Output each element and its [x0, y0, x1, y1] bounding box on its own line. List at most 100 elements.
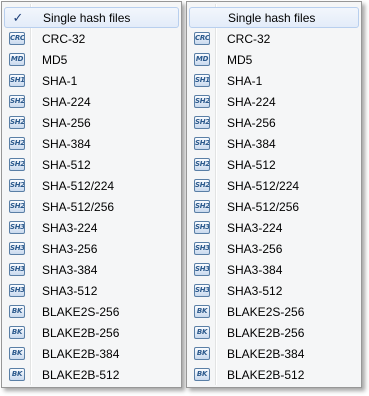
icon-cell: SH2: [4, 116, 30, 129]
hash-algorithm-icon: BK: [9, 326, 25, 339]
icon-cell: SH3: [4, 242, 30, 255]
hash-algorithm-icon: BK: [9, 347, 25, 360]
icon-cell: SH1: [189, 74, 215, 87]
menu-item-blake2b-384[interactable]: BK BLAKE2B-384: [189, 343, 359, 364]
menu-item-blake2b-512[interactable]: BK BLAKE2B-512: [189, 364, 359, 385]
menu-item-label: BLAKE2B-256: [42, 325, 120, 340]
icon-cell: BK: [4, 305, 30, 318]
menu-item-sha3-512[interactable]: SH3 SHA3-512: [189, 280, 359, 301]
icon-cell: BK: [189, 368, 215, 381]
menu-item-crc-32[interactable]: CRC CRC-32: [189, 28, 359, 49]
menu-item-label: SHA-256: [227, 115, 276, 130]
menu-item-sha-256[interactable]: SH2 SHA-256: [4, 112, 179, 133]
menu-item-sha3-224[interactable]: SH3 SHA3-224: [189, 217, 359, 238]
menu-item-sha-1[interactable]: SH1 SHA-1: [189, 70, 359, 91]
hash-algorithm-icon: SH2: [9, 158, 25, 171]
menu-item-sha3-384[interactable]: SH3 SHA3-384: [189, 259, 359, 280]
icon-cell: SH3: [189, 221, 215, 234]
hash-algorithm-icon: BK: [9, 368, 25, 381]
menu-item-crc-32[interactable]: CRC CRC-32: [4, 28, 179, 49]
menu-item-sha-512[interactable]: SH2 SHA-512: [189, 154, 359, 175]
menu-item-single-hash-files[interactable]: ✓ Single hash files: [4, 7, 179, 28]
menu-item-label: SHA-1: [227, 73, 263, 88]
menu-item-sha-1[interactable]: SH1 SHA-1: [4, 70, 179, 91]
icon-cell: SH2: [189, 179, 215, 192]
hash-algorithm-icon: MD: [9, 53, 25, 66]
menu-item-label: BLAKE2S-256: [42, 304, 120, 319]
menu-item-sha-384[interactable]: SH2 SHA-384: [189, 133, 359, 154]
menu-item-blake2b-384[interactable]: BK BLAKE2B-384: [4, 343, 179, 364]
menu-item-sha-512-224[interactable]: SH2 SHA-512/224: [189, 175, 359, 196]
icon-cell: SH2: [189, 200, 215, 213]
hash-algorithm-icon: SH3: [194, 263, 210, 276]
hash-algorithm-icon: CRC: [194, 32, 210, 45]
menu-item-sha-224[interactable]: SH2 SHA-224: [4, 91, 179, 112]
menu-item-label: CRC-32: [227, 31, 271, 46]
menu-item-blake2b-512[interactable]: BK BLAKE2B-512: [4, 364, 179, 385]
menu-item-label: SHA-384: [42, 136, 91, 151]
menu-item-label: BLAKE2B-512: [227, 367, 305, 382]
menu-item-label: BLAKE2B-512: [42, 367, 120, 382]
menu-item-blake2s-256[interactable]: BK BLAKE2S-256: [4, 301, 179, 322]
hash-menu-left: ✓ Single hash files CRC CRC-32 MD MD5 SH1 SHA…: [1, 1, 182, 388]
menu-item-blake2b-256[interactable]: BK BLAKE2B-256: [4, 322, 179, 343]
icon-cell: BK: [189, 305, 215, 318]
hash-algorithm-icon: SH2: [194, 95, 210, 108]
hash-algorithm-icon: BK: [9, 305, 25, 318]
icon-cell: BK: [4, 347, 30, 360]
menu-item-sha3-384[interactable]: SH3 SHA3-384: [4, 259, 179, 280]
menu-item-sha3-224[interactable]: SH3 SHA3-224: [4, 217, 179, 238]
menu-item-label: SHA-224: [227, 94, 276, 109]
menu-item-sha-512-256[interactable]: SH2 SHA-512/256: [189, 196, 359, 217]
icon-cell: SH2: [189, 95, 215, 108]
hash-algorithm-icon: CRC: [9, 32, 25, 45]
hash-algorithm-icon: SH3: [194, 221, 210, 234]
icon-cell: SH2: [4, 95, 30, 108]
menu-item-label: SHA-224: [42, 94, 91, 109]
icon-cell: MD: [189, 53, 215, 66]
menu-item-label: SHA3-384: [227, 262, 283, 277]
menu-item-label: CRC-32: [42, 31, 86, 46]
menu-item-sha-224[interactable]: SH2 SHA-224: [189, 91, 359, 112]
menu-item-label: BLAKE2S-256: [227, 304, 305, 319]
menu-item-sha3-256[interactable]: SH3 SHA3-256: [189, 238, 359, 259]
menu-item-label: MD5: [42, 52, 68, 67]
hash-algorithm-icon: BK: [194, 326, 210, 339]
icon-cell: BK: [4, 368, 30, 381]
icon-cell: CRC: [189, 32, 215, 45]
icon-cell: SH3: [4, 263, 30, 276]
hash-algorithm-icon: SH2: [9, 137, 25, 150]
menu-item-single-hash-files[interactable]: Single hash files: [189, 7, 359, 28]
menu-item-md5[interactable]: MD MD5: [4, 49, 179, 70]
hash-algorithm-icon: SH2: [194, 137, 210, 150]
menu-item-label: SHA-512: [42, 157, 91, 172]
hash-algorithm-icon: SH2: [194, 116, 210, 129]
icon-cell: SH2: [4, 200, 30, 213]
menu-item-label: BLAKE2B-384: [227, 346, 305, 361]
hash-algorithm-icon: MD: [194, 53, 210, 66]
menu-item-label: SHA-512/224: [42, 178, 115, 193]
menu-item-sha-512-256[interactable]: SH2 SHA-512/256: [4, 196, 179, 217]
checkmark-icon: [193, 8, 213, 27]
icon-cell: SH3: [189, 284, 215, 297]
menu-item-sha-384[interactable]: SH2 SHA-384: [4, 133, 179, 154]
icon-cell: SH1: [4, 74, 30, 87]
hash-algorithm-icon: SH2: [9, 95, 25, 108]
icon-cell: SH2: [189, 158, 215, 171]
menu-item-blake2b-256[interactable]: BK BLAKE2B-256: [189, 322, 359, 343]
menu-item-sha3-256[interactable]: SH3 SHA3-256: [4, 238, 179, 259]
menu-item-md5[interactable]: MD MD5: [189, 49, 359, 70]
hash-algorithm-icon: SH2: [194, 179, 210, 192]
menu-item-sha3-512[interactable]: SH3 SHA3-512: [4, 280, 179, 301]
menu-item-sha-512-224[interactable]: SH2 SHA-512/224: [4, 175, 179, 196]
hash-algorithm-icon: SH3: [9, 221, 25, 234]
menu-item-label: BLAKE2B-384: [42, 346, 120, 361]
icon-cell: SH3: [4, 221, 30, 234]
icon-cell: BK: [189, 326, 215, 339]
menu-item-sha-512[interactable]: SH2 SHA-512: [4, 154, 179, 175]
menu-item-label: SHA-512: [227, 157, 276, 172]
hash-algorithm-icon: BK: [194, 368, 210, 381]
menu-item-blake2s-256[interactable]: BK BLAKE2S-256: [189, 301, 359, 322]
menu-item-label: MD5: [227, 52, 253, 67]
menu-item-sha-256[interactable]: SH2 SHA-256: [189, 112, 359, 133]
